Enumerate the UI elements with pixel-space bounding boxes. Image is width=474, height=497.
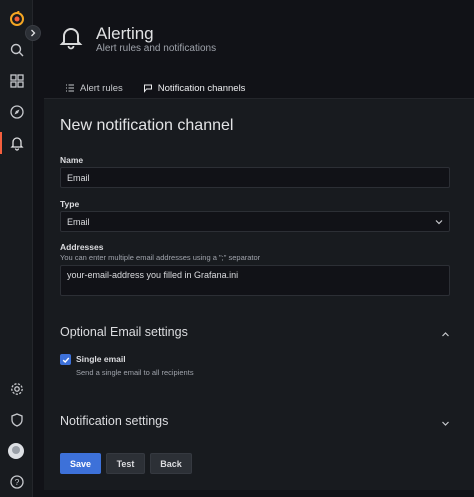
- chevron-right-icon: [31, 29, 36, 37]
- shield-icon[interactable]: [0, 408, 33, 432]
- tab-alert-rules[interactable]: Alert rules: [55, 78, 133, 98]
- single-email-checkbox[interactable]: [60, 354, 71, 365]
- bell-icon[interactable]: [0, 131, 33, 155]
- svg-text:?: ?: [14, 477, 19, 487]
- page-title: Alerting: [96, 24, 154, 43]
- addresses-field[interactable]: your-email-address you filled in Grafana…: [60, 265, 450, 296]
- tab-label: Alert rules: [80, 82, 123, 94]
- tabs: Alert rules Notification channels: [55, 78, 256, 100]
- list-icon: [66, 84, 74, 92]
- form-title: New notification channel: [60, 117, 234, 134]
- back-button[interactable]: Back: [150, 453, 192, 474]
- sidebar: ?: [0, 0, 33, 497]
- type-label: Type: [60, 199, 80, 209]
- notification-settings-header[interactable]: Notification settings: [60, 414, 168, 428]
- page-subtitle: Alert rules and notifications: [96, 43, 217, 54]
- page-header: Alerting Alert rules and notifications A…: [33, 0, 474, 100]
- sidebar-toggle-button[interactable]: [25, 25, 41, 41]
- save-button[interactable]: Save: [60, 453, 101, 474]
- check-icon: [62, 357, 69, 363]
- addresses-description: You can enter multiple email addresses u…: [60, 253, 261, 262]
- search-icon[interactable]: [0, 38, 33, 62]
- optional-email-settings-header[interactable]: Optional Email settings: [60, 325, 188, 339]
- apps-icon[interactable]: [0, 69, 33, 93]
- tab-notification-channels[interactable]: Notification channels: [132, 78, 256, 100]
- chevron-down-icon: [435, 220, 443, 225]
- single-email-description: Send a single email to all recipients: [76, 368, 194, 377]
- comment-alt-share-icon: [143, 84, 152, 93]
- notification-channel-form: New notification channel Name Email Type…: [44, 98, 474, 490]
- addresses-label: Addresses: [60, 242, 104, 252]
- name-field[interactable]: Email: [60, 167, 450, 188]
- avatar[interactable]: [8, 443, 24, 459]
- chevron-up-icon[interactable]: [441, 330, 450, 339]
- type-value: Email: [67, 216, 90, 227]
- chevron-down-icon[interactable]: [441, 419, 450, 428]
- test-button[interactable]: Test: [106, 453, 145, 474]
- bell-icon: [59, 28, 83, 50]
- name-label: Name: [60, 155, 84, 165]
- cog-icon[interactable]: [0, 377, 33, 401]
- tab-label: Notification channels: [157, 82, 246, 94]
- single-email-label: Single email: [76, 354, 126, 364]
- question-circle-icon[interactable]: ?: [0, 470, 33, 494]
- type-select[interactable]: Email: [60, 211, 450, 232]
- name-value: Email: [67, 172, 90, 183]
- compass-icon[interactable]: [0, 100, 33, 124]
- addresses-value: your-email-address you filled in Grafana…: [67, 270, 239, 280]
